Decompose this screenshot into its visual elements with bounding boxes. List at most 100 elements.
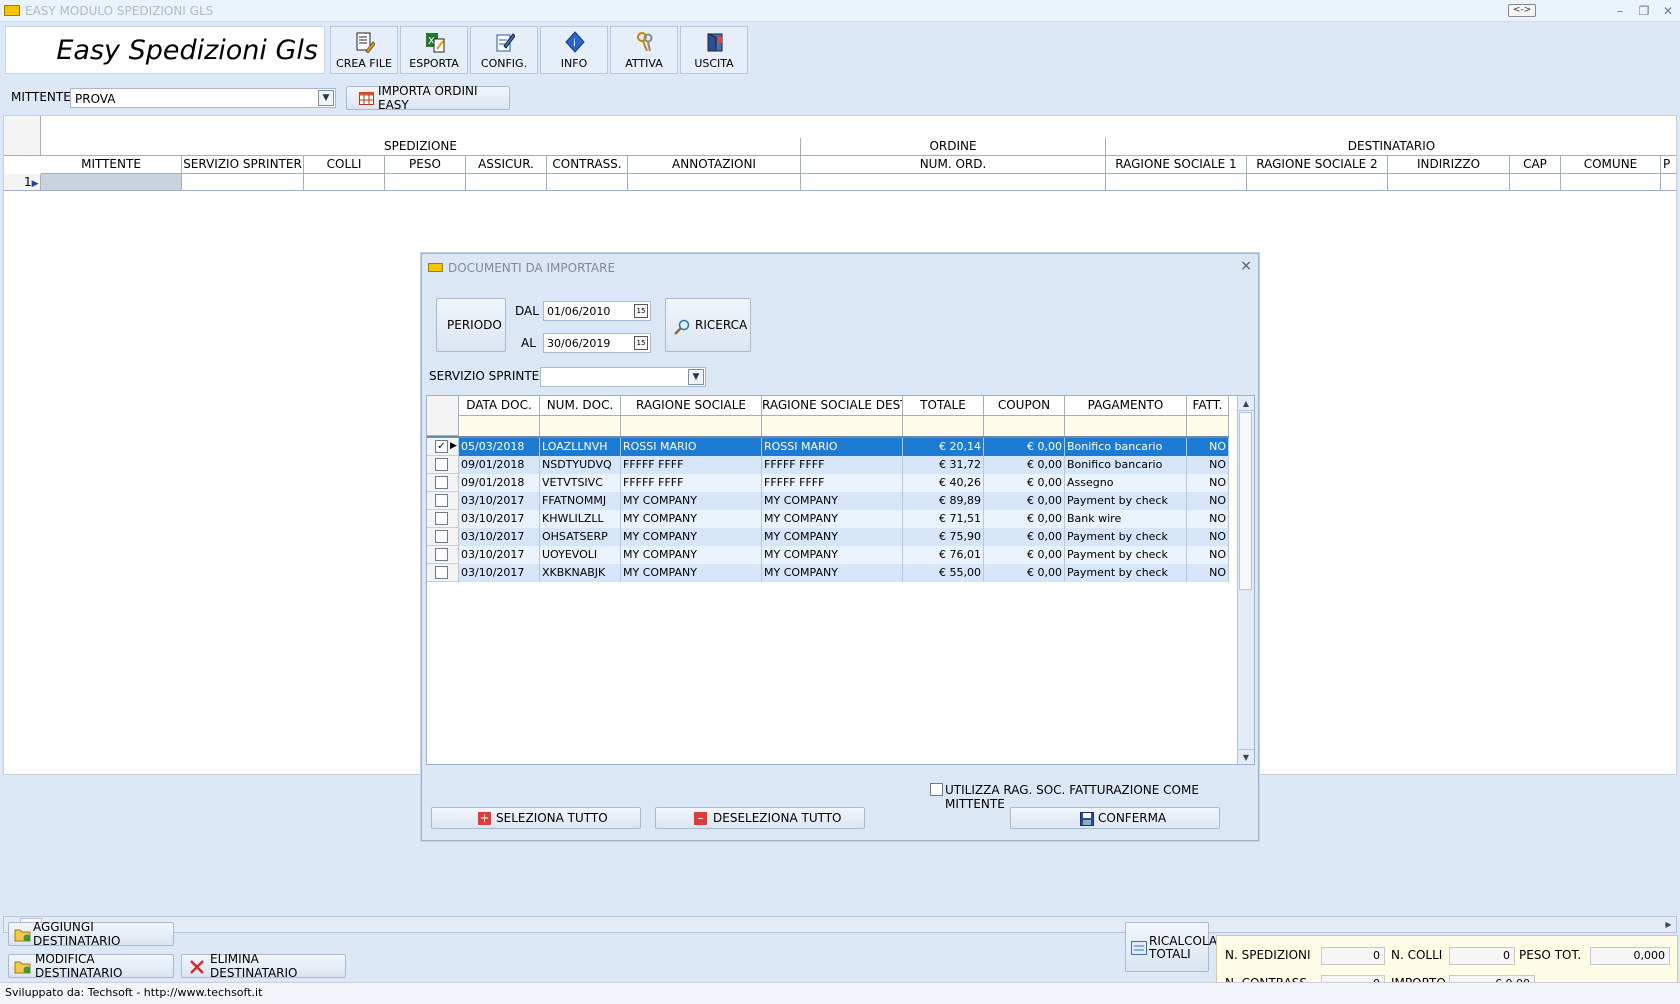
cell-dest[interactable]: MY COMPANY [762, 510, 903, 528]
main-horizontal-scrollbar[interactable]: ◀ ▶ [3, 916, 1677, 933]
cell-fatt[interactable]: NO [1187, 474, 1229, 492]
chevron-down-icon[interactable]: ▼ [688, 369, 704, 385]
cell-data[interactable]: 03/10/2017 [459, 546, 540, 564]
documents-grid[interactable]: DATA DOC. NUM. DOC. RAGIONE SOCIALE RAGI… [426, 395, 1255, 765]
cell-tot[interactable]: € 31,72 [903, 456, 984, 474]
row-checkbox[interactable] [435, 530, 448, 543]
ricalcola-totali-button[interactable]: RICALCOLA TOTALI [1125, 922, 1217, 972]
row-selector[interactable] [427, 492, 459, 510]
calendar-icon[interactable]: 15 [634, 304, 648, 318]
cell-fatt[interactable]: NO [1187, 492, 1229, 510]
grid-cell[interactable] [41, 174, 182, 191]
grid-cell[interactable] [1106, 174, 1247, 191]
col-cap[interactable]: CAP [1510, 156, 1561, 174]
cell-coupon[interactable]: € 0,00 [984, 492, 1065, 510]
modifica-destinatario-button[interactable]: MODIFICA DESTINATARIO [8, 952, 174, 980]
grid-cell[interactable] [1561, 174, 1661, 191]
grid-cell[interactable] [304, 174, 385, 191]
importa-ordini-button[interactable]: IMPORTA ORDINI EASY [346, 84, 510, 112]
cell-coupon[interactable]: € 0,00 [984, 546, 1065, 564]
cell-rag[interactable]: MY COMPANY [621, 546, 762, 564]
grid-cell[interactable] [1388, 174, 1510, 191]
al-date-field[interactable]: 30/06/2019 15 [543, 333, 651, 353]
cell-coupon[interactable]: € 0,00 [984, 474, 1065, 492]
row-checkbox[interactable] [435, 512, 448, 525]
col-peso[interactable]: PESO [385, 156, 466, 174]
col-annotazioni[interactable]: ANNOTAZIONI [628, 156, 801, 174]
col-servizio-sprinter[interactable]: SERVIZIO SPRINTER [182, 156, 304, 174]
col-ragione-sociale[interactable]: RAGIONE SOCIALE [621, 396, 762, 416]
cell-fatt[interactable]: NO [1187, 564, 1229, 582]
document-row[interactable]: 09/01/2018 NSDTYUDVQ FFFFF FFFF FFFFF FFFF €… [427, 456, 1229, 474]
cell-rag[interactable]: FFFFF FFFF [621, 474, 762, 492]
cell-rag[interactable]: MY COMPANY [621, 510, 762, 528]
col-ragione-sociale-1[interactable]: RAGIONE SOCIALE 1 [1106, 156, 1247, 174]
attiva-button[interactable]: ATTIVA [610, 26, 678, 74]
scroll-right-icon[interactable]: ▶ [1661, 917, 1676, 932]
cell-coupon[interactable]: € 0,00 [984, 456, 1065, 474]
cell-data[interactable]: 09/01/2018 [459, 474, 540, 492]
grid-cell[interactable] [1661, 174, 1676, 191]
dal-date-field[interactable]: 01/06/2010 15 [543, 301, 651, 321]
cell-tot[interactable]: € 76,01 [903, 546, 984, 564]
col-comune[interactable]: COMUNE [1561, 156, 1661, 174]
aggiungi-destinatario-button[interactable]: AGGIUNGI DESTINATARIO [8, 920, 174, 948]
cell-dest[interactable]: MY COMPANY [762, 492, 903, 510]
col-data-doc[interactable]: DATA DOC. [459, 396, 540, 416]
cell-coupon[interactable]: € 0,00 [984, 528, 1065, 546]
scroll-down-icon[interactable]: ▼ [1238, 749, 1254, 764]
cell-tot[interactable]: € 89,89 [903, 492, 984, 510]
scroll-thumb[interactable] [1239, 412, 1252, 590]
row-checkbox[interactable]: ✓ [435, 440, 448, 453]
crea-file-button[interactable]: CREA FILE [330, 26, 398, 74]
row-checkbox[interactable] [435, 494, 448, 507]
grid-cell[interactable] [1247, 174, 1388, 191]
cell-rag[interactable]: MY COMPANY [621, 528, 762, 546]
grid-cell[interactable] [801, 174, 1106, 191]
grid-cell[interactable] [182, 174, 304, 191]
col-assicur[interactable]: ASSICUR. [466, 156, 547, 174]
col-p[interactable]: P [1661, 156, 1676, 174]
scroll-up-icon[interactable]: ▲ [1238, 396, 1254, 411]
cell-coupon[interactable]: € 0,00 [984, 438, 1065, 456]
cell-dest[interactable]: FFFFF FFFF [762, 474, 903, 492]
row-selector[interactable] [427, 528, 459, 546]
col-contrass[interactable]: CONTRASS. [547, 156, 628, 174]
cell-num[interactable]: OHSATSERP [540, 528, 621, 546]
cell-num[interactable]: FFATNOMMJ [540, 492, 621, 510]
deseleziona-tutto-button[interactable]: – DESELEZIONA TUTTO [655, 807, 865, 829]
cell-tot[interactable]: € 55,00 [903, 564, 984, 582]
elimina-destinatario-button[interactable]: ELIMINA DESTINATARIO [181, 952, 346, 980]
col-num-doc[interactable]: NUM. DOC. [540, 396, 621, 416]
cell-tot[interactable]: € 71,51 [903, 510, 984, 528]
cell-num[interactable]: LOAZLLNVH [540, 438, 621, 456]
row-checkbox[interactable] [435, 458, 448, 471]
document-row[interactable]: 03/10/2017 FFATNOMMJ MY COMPANY MY COMPANY €… [427, 492, 1229, 510]
cell-rag[interactable]: MY COMPANY [621, 564, 762, 582]
grid-cell[interactable] [466, 174, 547, 191]
cell-pag[interactable]: Bank wire [1065, 510, 1187, 528]
filter-data-doc[interactable] [459, 416, 540, 436]
col-colli[interactable]: COLLI [304, 156, 385, 174]
col-mittente[interactable]: MITTENTE [41, 156, 182, 174]
grid-cell[interactable] [385, 174, 466, 191]
cell-dest[interactable]: MY COMPANY [762, 564, 903, 582]
cell-pag[interactable]: Bonifico bancario [1065, 456, 1187, 474]
resize-toggle-button[interactable]: <-> [1508, 4, 1536, 17]
dialog-close-icon[interactable]: × [1240, 258, 1252, 274]
filter-ragione-sociale[interactable] [621, 416, 762, 436]
row-checkbox[interactable] [435, 566, 448, 579]
grid-cell[interactable] [1510, 174, 1561, 191]
cell-dest[interactable]: ROSSI MARIO [762, 438, 903, 456]
calendar-icon[interactable]: 15 [634, 336, 648, 350]
cell-coupon[interactable]: € 0,00 [984, 510, 1065, 528]
cell-data[interactable]: 03/10/2017 [459, 528, 540, 546]
grid-cell[interactable] [628, 174, 801, 191]
col-coupon[interactable]: COUPON [984, 396, 1065, 416]
cell-num[interactable]: XKBKNABJK [540, 564, 621, 582]
row-selector[interactable] [427, 546, 459, 564]
periodo-button[interactable]: PERIODO [436, 298, 506, 352]
row-selector[interactable] [427, 564, 459, 582]
row-selector[interactable]: ✓ ▶ [427, 438, 459, 456]
cell-pag[interactable]: Payment by check [1065, 528, 1187, 546]
